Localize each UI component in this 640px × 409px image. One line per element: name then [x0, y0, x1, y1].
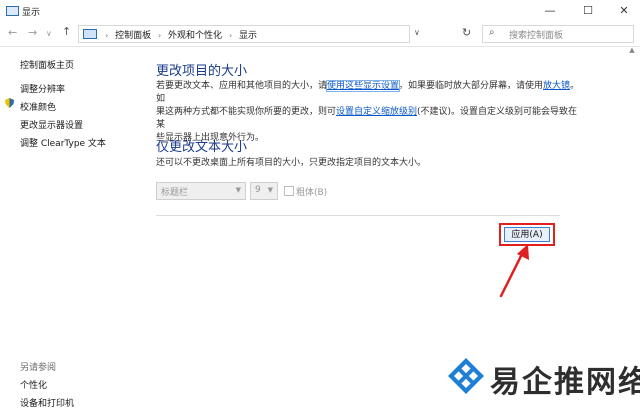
item-select[interactable]: 标题栏 ▼ [156, 182, 246, 200]
up-button[interactable]: ↑ [62, 25, 71, 38]
apply-button[interactable]: 应用(A) [504, 227, 550, 242]
breadcrumb[interactable]: › 控制面板 › 外观和个性化 › 显示 [78, 25, 410, 43]
magnifier-link[interactable]: 放大镜 [543, 81, 570, 91]
text-fragment: 若要更改文本、应用和其他项目的大小，请 [156, 81, 328, 91]
search-placeholder: 搜索控制面板 [509, 31, 564, 41]
display-icon [6, 6, 19, 16]
breadcrumb-control-panel[interactable]: 控制面板 [115, 31, 151, 41]
address-bar: ← → ∨ ↑ › 控制面板 › 外观和个性化 › 显示 ∨ ↻ ⌕ 搜索控制面… [0, 22, 640, 47]
window-title: 显示 [22, 8, 41, 18]
divider [156, 215, 560, 216]
refresh-button[interactable]: ↻ [462, 26, 471, 39]
computer-icon [83, 29, 97, 39]
close-button[interactable]: ✕ [606, 0, 640, 22]
breadcrumb-appearance[interactable]: 外观和个性化 [168, 31, 222, 41]
section-title-text-size: 仅更改文本大小 [156, 140, 248, 155]
diamond-x-logo [448, 358, 484, 394]
sidebar-item-personalization[interactable]: 个性化 [20, 378, 47, 391]
chevron-down-icon: ▼ [235, 186, 241, 194]
shield-icon [5, 98, 14, 108]
text-fragment: 。如果要临时放大部分屏幕，请使用 [399, 81, 544, 91]
item-select-value: 标题栏 [161, 188, 189, 198]
breadcrumb-separator: › [157, 31, 162, 40]
bold-checkbox-label: 粗体(B) [296, 188, 328, 198]
sidebar-item-calibrate-color[interactable]: 校准颜色 [20, 100, 56, 113]
recent-locations-button[interactable]: ∨ [46, 29, 52, 38]
minimize-button[interactable]: — [532, 0, 568, 22]
breadcrumb-display[interactable]: 显示 [239, 31, 257, 41]
forward-button[interactable]: → [28, 26, 37, 39]
scroll-up-arrow[interactable]: ▲ [626, 46, 638, 56]
back-button[interactable]: ← [8, 26, 17, 39]
text-size-description: 还可以不更改桌面上所有项目的大小，只更改指定项目的文本大小。 [156, 158, 427, 168]
font-size-select[interactable]: 9 ▼ [250, 182, 278, 200]
sidebar: 控制面板主页 调整分辨率 校准颜色 更改显示器设置 调整 ClearType 文… [0, 46, 135, 409]
main-content: 更改项目的大小 若要更改文本、应用和其他项目的大小，请使用这些显示设置。如果要临… [136, 46, 640, 402]
chevron-down-icon: ▼ [267, 186, 273, 194]
address-dropdown-button[interactable]: ∨ [414, 28, 420, 37]
search-icon: ⌕ [489, 27, 495, 38]
search-input[interactable]: ⌕ 搜索控制面板 [482, 25, 634, 43]
display-settings-link[interactable]: 使用这些显示设置 [326, 80, 401, 92]
font-size-select-value: 9 [255, 185, 261, 195]
breadcrumb-separator: › [105, 31, 109, 40]
breadcrumb-separator: › [228, 31, 233, 40]
sidebar-item-control-panel-home[interactable]: 控制面板主页 [20, 58, 74, 71]
title-bar: 显示 — ☐ ✕ [0, 0, 640, 22]
sidebar-item-cleartype[interactable]: 调整 ClearType 文本 [20, 136, 106, 149]
maximize-button[interactable]: ☐ [570, 0, 606, 22]
text-fragment: 果这两种方式都不能实现你所要的更改，则可 [156, 107, 337, 117]
bold-checkbox[interactable] [284, 186, 294, 196]
sidebar-item-adjust-resolution[interactable]: 调整分辨率 [20, 82, 65, 95]
watermark-text: 易企推网络 [490, 365, 640, 400]
section-title-change-size: 更改项目的大小 [156, 64, 248, 79]
see-also-heading: 另请参阅 [20, 363, 57, 373]
sidebar-item-devices-printers[interactable]: 设备和打印机 [20, 396, 74, 409]
annotation-arrow [499, 244, 529, 298]
breadcrumb-trail: › 控制面板 › 外观和个性化 › 显示 [101, 28, 257, 41]
custom-scaling-link[interactable]: 设置自定义缩放级别 [336, 107, 417, 117]
sidebar-item-display-settings[interactable]: 更改显示器设置 [20, 118, 83, 131]
